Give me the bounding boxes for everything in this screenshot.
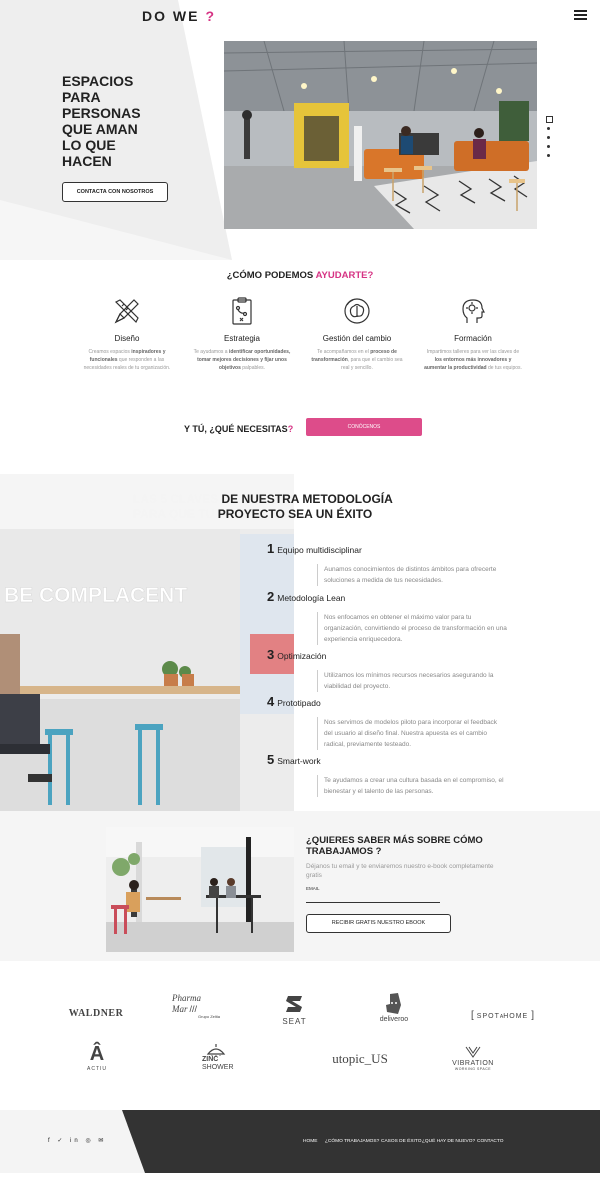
service-description: Impartimos talleres para ver las claves … [424, 349, 522, 371]
hamburger-icon[interactable] [574, 10, 587, 20]
ebook-photo [106, 827, 294, 952]
ebook-title: ¿QUIERES SABER MÁS SOBRE CÓMO TRABAJAMOS… [306, 835, 483, 857]
service-description: Te acompañamos en el proceso de transfor… [311, 349, 403, 371]
need-question: Y TÚ, ¿QUÉ NECESITAS? [184, 424, 294, 434]
slider-pagination[interactable] [546, 116, 554, 163]
footer-nav-home[interactable]: HOME [303, 1139, 317, 1144]
footer-nav-contacto[interactable]: CONTACTO [477, 1139, 503, 1144]
methodology-step-1: 1 Equipo multidisciplinar Aunamos conocim… [267, 540, 507, 586]
pharmamar-mark-icon: /// [189, 1004, 198, 1014]
contact-button[interactable]: CONTACTA CON NOSOTROS [62, 182, 168, 202]
help-section-title: ¿CÓMO PODEMOS AYUDARTE? [226, 270, 374, 281]
client-logo-actiu: Â ACTIU [80, 1044, 114, 1072]
footer-nav-como-trabajamos[interactable]: ¿CÓMO TRABAJAMOS? [325, 1139, 379, 1144]
email-field[interactable] [306, 892, 440, 902]
methodology-step-3: 3 Optimización Utilizamos los mínimos rec… [267, 646, 507, 692]
slide-indicator-active[interactable] [546, 116, 553, 123]
design-pencil-ruler-icon [114, 299, 139, 324]
brand-logo[interactable]: DO WE? [142, 8, 216, 24]
client-logo-utopic-us: utopic_US [332, 1051, 388, 1066]
slide-indicator[interactable] [547, 136, 550, 139]
ebook-button[interactable]: RECIBIR GRATIS NUESTRO EBOOK [306, 914, 451, 933]
methodology-title: LAS 5 CLAVES DE NUESTRA METODOLOGÍA PARA… [133, 492, 393, 521]
client-logo-waldner: WALDNER [68, 1008, 124, 1019]
client-logo-seat: SEAT [272, 993, 317, 1026]
shower-head-icon [206, 1044, 226, 1056]
hero-image [224, 41, 537, 229]
methodology-step-5: 5 Smart-work Te ayudamos a crear una cult… [267, 751, 507, 797]
hero-title: ESPACIOS PARA PERSONAS QUE AMAN LO QUE H… [62, 73, 141, 169]
footer-nav-casos-de-exito[interactable]: CASOS DE ÉXITO [381, 1139, 421, 1144]
slide-indicator[interactable] [547, 154, 550, 157]
service-formacion[interactable]: Formación Impartimos talleres para ver l… [423, 296, 523, 372]
email-field-underline [306, 902, 440, 903]
ebook-description: Déjanos tu email y te enviaremos nuestro… [306, 863, 494, 879]
client-logo-deliveroo: deliveroo [370, 993, 418, 1023]
social-links[interactable]: f ✓ in ◎ ✉ [48, 1137, 106, 1144]
email-label: EMAIL [306, 886, 320, 891]
client-logo-pharmamar: Pharma Mar/// Grupo Zeltia [172, 993, 221, 1020]
seat-s-icon [285, 996, 302, 1012]
service-gestion-del-cambio[interactable]: Gestión del cambio Te acompañamos en el … [307, 296, 407, 372]
methodology-step-4: 4 Prototipado Nos servimos de modelos pil… [267, 693, 507, 750]
service-estrategia[interactable]: Estrategia Te ayudamos a identificar opo… [192, 296, 292, 372]
ebook-section [0, 811, 600, 961]
strategy-clipboard-icon [232, 297, 252, 325]
methodology-photo: BE COMPLACENT [0, 474, 294, 811]
slide-indicator[interactable] [547, 145, 550, 148]
slide-indicator[interactable] [547, 127, 550, 130]
methodology-photo-sign: BE COMPLACENT [4, 584, 187, 607]
vibration-v-icon [465, 1046, 481, 1058]
service-description: Te ayudamos a identificar oportunidades,… [193, 349, 291, 371]
conocenos-button[interactable]: CONÓCENOS [306, 418, 422, 436]
deliveroo-kangaroo-icon [386, 993, 401, 1014]
head-training-icon [462, 299, 485, 323]
client-logo-vibration: VIBRATION WORKING SPACE [444, 1046, 502, 1071]
brain-change-icon [344, 298, 370, 324]
service-description: Creamos espacios inspiradores y funciona… [83, 349, 171, 371]
client-logo-spotahome: [SPOTAHOME] [471, 1010, 534, 1021]
methodology-step-2: 2 Metodología Lean Nos enfocamos en obten… [267, 589, 507, 645]
footer-nav-que-hay-de-nuevo[interactable]: ¿QUÉ HAY DE NUEVO? [422, 1139, 475, 1144]
service-diseno[interactable]: Diseño Creamos espacios inspiradores y f… [77, 296, 177, 372]
actiu-a-icon: Â [89, 1043, 105, 1065]
client-logo-zinc-shower: ZINC SHOWER [202, 1044, 247, 1072]
